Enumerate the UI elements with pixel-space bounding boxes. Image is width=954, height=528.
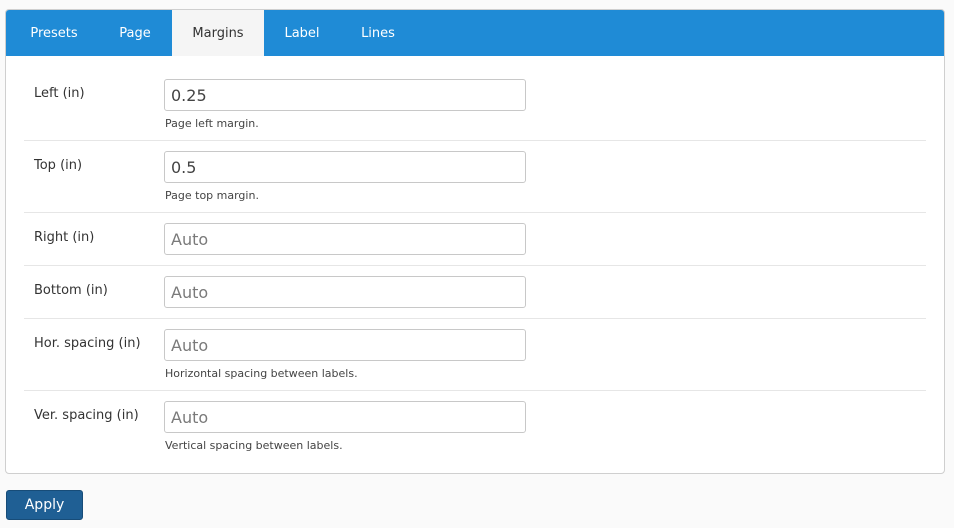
apply-button[interactable]: Apply bbox=[6, 490, 83, 520]
field-label-ver-spacing: Ver. spacing (in) bbox=[34, 408, 139, 423]
help-text-hor-spacing: Horizontal spacing between labels. bbox=[165, 367, 358, 380]
tab-presets[interactable]: Presets bbox=[10, 10, 98, 56]
field-label-left: Left (in) bbox=[34, 86, 85, 101]
tab-page[interactable]: Page bbox=[98, 10, 172, 56]
left-margin-input[interactable] bbox=[164, 79, 526, 111]
help-text-ver-spacing: Vertical spacing between labels. bbox=[165, 439, 343, 452]
form-row-bottom: Bottom (in) bbox=[24, 266, 926, 319]
form-row-right: Right (in) bbox=[24, 213, 926, 266]
form-row-left: Left (in) Page left margin. bbox=[24, 56, 926, 141]
tab-margins[interactable]: Margins bbox=[172, 10, 264, 56]
hor-spacing-input[interactable] bbox=[164, 329, 526, 361]
field-label-bottom: Bottom (in) bbox=[34, 283, 108, 298]
right-margin-input[interactable] bbox=[164, 223, 526, 255]
form-row-hor-spacing: Hor. spacing (in) Horizontal spacing bet… bbox=[24, 319, 926, 391]
form-rows: Left (in) Page left margin. Top (in) Pag… bbox=[6, 56, 944, 463]
tab-lines[interactable]: Lines bbox=[340, 10, 416, 56]
help-text-left: Page left margin. bbox=[165, 117, 259, 130]
ver-spacing-input[interactable] bbox=[164, 401, 526, 433]
help-text-top: Page top margin. bbox=[165, 189, 259, 202]
field-label-top: Top (in) bbox=[34, 158, 83, 173]
field-label-right: Right (in) bbox=[34, 230, 95, 245]
tab-bar: Presets Page Margins Label Lines bbox=[6, 10, 944, 56]
form-row-top: Top (in) Page top margin. bbox=[24, 141, 926, 213]
field-label-hor-spacing: Hor. spacing (in) bbox=[34, 336, 141, 351]
bottom-margin-input[interactable] bbox=[164, 276, 526, 308]
margins-panel: Presets Page Margins Label Lines Left (i… bbox=[5, 9, 945, 474]
tab-label[interactable]: Label bbox=[264, 10, 340, 56]
top-margin-input[interactable] bbox=[164, 151, 526, 183]
form-row-ver-spacing: Ver. spacing (in) Vertical spacing betwe… bbox=[24, 391, 926, 463]
